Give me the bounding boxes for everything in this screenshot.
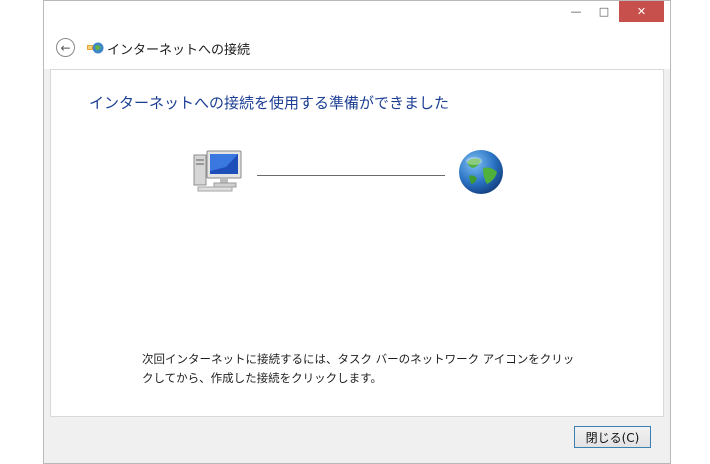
network-connection-icon: [87, 42, 104, 54]
connection-wizard-window: — □ ✕ ← インターネットへの接続 インターネットへの接続を使用する準備がで…: [43, 0, 671, 464]
hint-text-line-2: クしてから、作成した接続をクリックします。: [142, 371, 383, 385]
computer-icon: [193, 150, 242, 192]
connection-line: [257, 175, 445, 176]
nav-title: インターネットへの接続: [107, 43, 251, 58]
hint-text-line-1: 次回インターネットに接続するには、タスク バーのネットワーク アイコンをクリッ: [142, 352, 575, 366]
back-arrow-icon: ←: [60, 40, 71, 55]
navigation-bar: ← インターネットへの接続: [44, 31, 670, 69]
back-button[interactable]: ←: [56, 38, 75, 57]
close-window-button[interactable]: ✕: [619, 1, 664, 22]
footer-bar: 閉じる(C): [50, 417, 664, 459]
maximize-button[interactable]: □: [591, 1, 617, 22]
minimize-button[interactable]: —: [563, 1, 589, 22]
title-bar: — □ ✕: [44, 1, 670, 31]
content-panel: インターネットへの接続を使用する準備ができました 次回インターネットに接続するに…: [50, 69, 664, 417]
globe-icon: [459, 150, 503, 194]
close-dialog-button[interactable]: 閉じる(C): [574, 426, 651, 448]
page-heading: インターネットへの接続を使用する準備ができました: [89, 94, 450, 112]
